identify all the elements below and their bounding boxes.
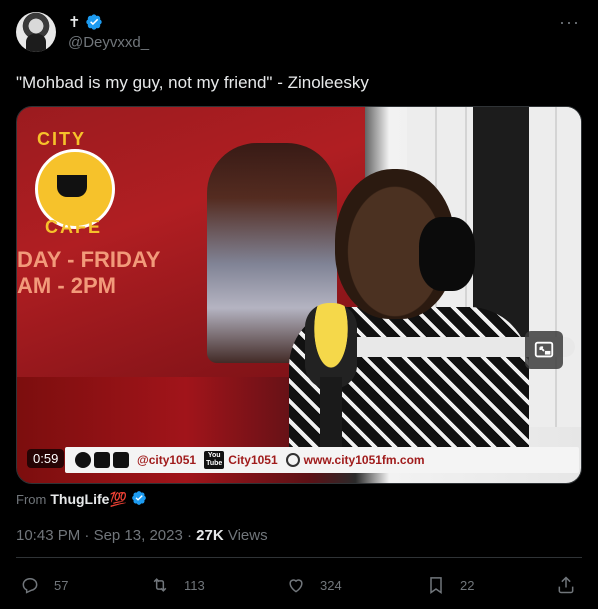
video-player[interactable]: CITY CAFE DAY - FRIDAY AM - 2PM @city105… — [16, 106, 582, 484]
city-cafe-logo: CITY CAFE — [27, 127, 123, 237]
lower-third-banner: @city1051 You Tube City1051 www.city1051f… — [65, 447, 579, 473]
picture-in-picture-icon[interactable] — [525, 331, 563, 369]
author-display-name[interactable]: ✝ — [68, 13, 81, 31]
headphones — [419, 217, 475, 291]
views-label: Views — [227, 527, 268, 544]
author-handle[interactable]: @Deyvxxd_ — [68, 34, 149, 51]
tweet-text: "Mohbad is my guy, not my friend" - Zino… — [16, 73, 369, 92]
instagram-icon — [113, 452, 129, 468]
mic-stand — [320, 377, 342, 447]
repost-button[interactable]: 113 — [150, 568, 205, 602]
repost-count: 113 — [184, 577, 205, 593]
globe-icon — [285, 453, 300, 467]
logo-bottom-text: CAFE — [45, 217, 102, 237]
divider — [16, 557, 582, 558]
like-count: 324 — [320, 577, 342, 593]
facebook-icon — [94, 452, 110, 468]
author-name-row[interactable]: ✝ — [68, 13, 103, 31]
social-icons — [75, 452, 129, 468]
bookmark-count: 22 — [460, 577, 475, 593]
source-prefix: From — [16, 491, 47, 507]
reply-count: 57 — [54, 577, 69, 593]
schedule-text: DAY - FRIDAY AM - 2PM — [17, 247, 160, 299]
reply-icon — [22, 578, 38, 594]
meta-separator: · — [84, 527, 90, 544]
youtube-channel: You Tube City1051 — [204, 451, 278, 469]
bookmark-icon — [430, 577, 442, 594]
bookmark-button[interactable]: 22 — [426, 568, 474, 602]
hundred-emoji: 💯 — [109, 490, 127, 507]
tweet-date[interactable]: Sep 13, 2023 — [94, 527, 183, 544]
verified-badge-icon — [85, 13, 103, 31]
social-handle: @city1051 — [137, 453, 197, 467]
tweet-time[interactable]: 10:43 PM — [16, 527, 80, 544]
schedule-line-2: AM - 2PM — [17, 273, 116, 298]
like-button[interactable]: 324 — [286, 568, 342, 602]
twitter-icon — [75, 452, 91, 468]
share-icon — [558, 576, 574, 594]
action-bar: 57 113 324 22 — [16, 568, 582, 602]
channel-name: City1051 — [228, 453, 278, 467]
views-count: 27K — [196, 527, 224, 544]
source-attribution: From ThugLife💯 — [16, 490, 149, 508]
video-duration: 0:59 — [27, 449, 65, 468]
meta-separator: · — [186, 527, 192, 544]
tweet-meta: 10:43 PM · Sep 13, 2023 · 27K Views — [16, 527, 268, 544]
more-icon[interactable]: ··· — [559, 12, 580, 33]
logo-top-text: CITY — [37, 129, 87, 149]
website: www.city1051fm.com — [285, 453, 425, 467]
schedule-line-1: DAY - FRIDAY — [17, 247, 161, 272]
verified-badge-icon — [131, 490, 149, 508]
avatar[interactable] — [16, 12, 56, 52]
like-icon — [289, 579, 303, 593]
source-name[interactable]: ThugLife💯 — [50, 491, 127, 508]
website-url: www.city1051fm.com — [303, 453, 425, 467]
reply-button[interactable]: 57 — [20, 568, 68, 602]
coffee-cup-icon — [57, 175, 87, 197]
share-button[interactable] — [556, 568, 576, 602]
youtube-icon: You Tube — [204, 451, 225, 469]
repost-icon — [153, 578, 167, 592]
tweet-header: ✝ @Deyvxxd_ ··· — [16, 12, 582, 56]
